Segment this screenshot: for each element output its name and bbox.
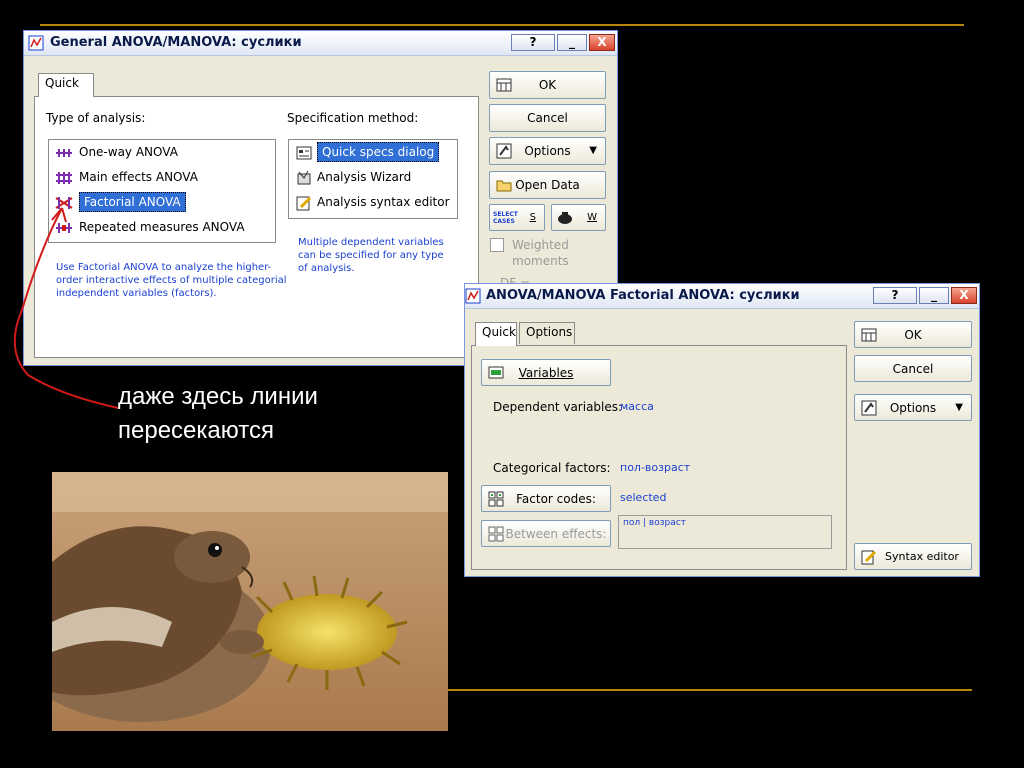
syntax-editor-icon [861, 550, 877, 565]
window2-titlebar[interactable]: ANOVA/MANOVA Factorial ANOVA: суслики ? … [465, 284, 979, 309]
specification-method-list: Quick specs dialog Analysis Wizard Analy… [288, 139, 458, 219]
ok-icon [496, 78, 512, 92]
squirrel-photo [52, 472, 448, 731]
chevron-down-icon: ▼ [955, 402, 963, 413]
list-item-syntax-editor[interactable]: Analysis syntax editor [289, 190, 457, 215]
tab-options[interactable]: Options [519, 322, 575, 344]
cancel-button[interactable]: Cancel [489, 104, 606, 132]
dependent-variables-label: Dependent variables: [493, 400, 623, 414]
factor-codes-button[interactable]: Factor codes: [481, 485, 611, 512]
type-of-analysis-label: Type of analysis: [46, 111, 146, 125]
factorial-anova-icon [55, 197, 73, 209]
list-item-analysis-wizard[interactable]: Analysis Wizard [289, 165, 457, 190]
factor-codes-icon [488, 491, 504, 507]
weight-icon [558, 212, 572, 224]
weighted-moments-label: Weighted moments [512, 238, 569, 268]
main-effects-icon [56, 172, 72, 184]
factorial-anova-window: ANOVA/MANOVA Factorial ANOVA: суслики ? … [464, 283, 980, 577]
between-effects-field[interactable]: пол | возраст [618, 515, 832, 549]
close-button[interactable]: X [951, 287, 977, 304]
ok-button[interactable]: OK [489, 71, 606, 99]
chevron-down-icon: ▼ [589, 145, 597, 156]
options-icon [861, 400, 877, 416]
minimize-button[interactable]: _ [919, 287, 949, 304]
quick-specs-icon [296, 146, 312, 160]
between-effects-value: пол | возраст [623, 518, 686, 528]
list-item-factorial[interactable]: Factorial ANOVA [49, 190, 275, 215]
between-effects-button[interactable]: Between effects: [481, 520, 611, 547]
slide-caption: даже здесь линии пересекаются [118, 380, 318, 448]
categorical-factors-label: Categorical factors: [493, 461, 611, 475]
syntax-editor-icon [296, 196, 312, 211]
specification-method-label: Specification method: [287, 111, 419, 125]
repeated-measures-icon [56, 223, 72, 233]
one-way-anova-icon [56, 149, 72, 157]
analysis-type-list: One-way ANOVA Main effects ANOVA Factori… [48, 139, 276, 243]
bottom-rule [448, 689, 972, 691]
window1-title: General ANOVA/MANOVA: суслики [50, 35, 302, 50]
variables-button[interactable]: Variables [481, 359, 611, 386]
list-item-one-way[interactable]: One-way ANOVA [49, 140, 275, 165]
help-button[interactable]: ? [873, 287, 917, 304]
minimize-button[interactable]: _ [557, 34, 587, 51]
help-button[interactable]: ? [511, 34, 555, 51]
categorical-factors-value: пол-возраст [620, 461, 691, 474]
options-button[interactable]: Options ▼ [489, 137, 606, 165]
window1-titlebar[interactable]: General ANOVA/MANOVA: суслики ? _ X [24, 31, 617, 56]
open-data-button[interactable]: Open Data [489, 171, 606, 199]
cancel-button[interactable]: Cancel [854, 355, 972, 382]
select-cases-icon: SELECT CASES [493, 211, 518, 225]
statistica-app-icon [465, 288, 481, 304]
analysis-help-text: Use Factorial ANOVA to analyze the highe… [56, 262, 287, 299]
options-button[interactable]: Options ▼ [854, 394, 972, 421]
specification-note: Multiple dependent variables can be spec… [298, 237, 444, 274]
top-rule [40, 24, 964, 26]
between-effects-icon [488, 526, 504, 542]
syntax-editor-button[interactable]: Syntax editor [854, 543, 972, 570]
list-item-quick-specs[interactable]: Quick specs dialog [289, 140, 457, 165]
list-item-main-effects[interactable]: Main effects ANOVA [49, 165, 275, 190]
options-icon [496, 143, 512, 159]
ok-button[interactable]: OK [854, 321, 972, 348]
select-cases-button[interactable]: SELECT CASES S [489, 204, 545, 231]
statistica-app-icon [28, 35, 44, 51]
factor-codes-value: selected [620, 491, 667, 504]
tab-quick[interactable]: Quick [475, 322, 517, 346]
variables-icon [488, 366, 504, 379]
weight-button[interactable]: W [551, 204, 606, 231]
folder-icon [496, 180, 512, 192]
wizard-icon [297, 170, 311, 185]
close-button[interactable]: X [589, 34, 615, 51]
dependent-variables-value: масса [620, 400, 654, 413]
tab-quick[interactable]: Quick [38, 73, 94, 97]
caption-line-1: даже здесь линии [118, 383, 318, 410]
list-item-repeated-measures[interactable]: Repeated measures ANOVA [49, 215, 275, 240]
weighted-moments-checkbox[interactable] [490, 238, 504, 252]
window2-title: ANOVA/MANOVA Factorial ANOVA: суслики [486, 288, 800, 303]
ok-icon [861, 328, 877, 342]
caption-line-2: пересекаются [118, 417, 274, 444]
